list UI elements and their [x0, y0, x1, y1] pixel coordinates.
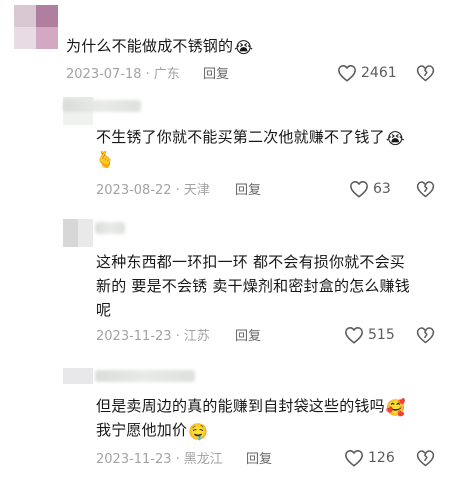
dislike-button[interactable] [416, 326, 435, 348]
dislike-button[interactable] [416, 180, 435, 202]
broken-heart-icon [416, 65, 435, 82]
heart-outline-icon [350, 181, 368, 198]
heart-outline-icon [345, 327, 363, 344]
comment-item: 为什么不能做成不锈钢的😭 2023-07-18 · 广东 回复 2461 [0, 0, 458, 95]
avatar[interactable] [63, 368, 93, 384]
comment-meta: 2023-11-23 · 江苏 [96, 329, 210, 344]
username[interactable] [95, 222, 125, 234]
comment-meta: 2023-11-23 · 黑龙江 [96, 452, 223, 467]
comment-location: 黑龙江 [183, 452, 223, 467]
drooling-emoji-icon: 🤤 [188, 422, 209, 441]
avatar[interactable] [63, 219, 93, 247]
comment-date: 2023-08-22 [96, 183, 172, 198]
comment-text: 为什么不能做成不锈钢的😭 [66, 37, 254, 57]
like-count: 126 [368, 450, 395, 466]
crying-emoji-icon: 😭 [234, 38, 254, 57]
heart-hands-emoji-icon: 🫰 [95, 150, 115, 169]
like-button[interactable]: 63 [349, 180, 391, 198]
reply-item: 这种东西都一环扣一环 都不会有损你就不会买 新的 要是不会锈 卖干燥剂和密封盒的… [0, 210, 458, 350]
like-count: 63 [373, 181, 391, 197]
like-button[interactable]: 126 [344, 449, 395, 467]
reply-button[interactable]: 回复 [235, 328, 261, 346]
dislike-button[interactable] [416, 449, 435, 471]
comment-location: 广东 [153, 67, 180, 82]
reply-item: 不生锈了你就不能买第二次他就赚不了钱了😭 🫰 2023-08-22 · 天津 回复 … [0, 95, 458, 210]
username[interactable] [95, 370, 195, 382]
reply-item: 但是卖周边的真的能赚到自封袋这些的钱吗🥰 我宁愿他加价🤤 2023-11-23 ·… [0, 350, 458, 479]
reply-button[interactable]: 回复 [246, 451, 272, 469]
like-button[interactable]: 2461 [337, 64, 397, 82]
comment-text: 这种东西都一环扣一环 都不会有损你就不会买 新的 要是不会锈 卖干燥剂和密封盒的… [96, 253, 410, 319]
comment-text: 不生锈了你就不能买第二次他就赚不了钱了😭 [96, 128, 405, 148]
comment-date: 2023-11-23 [96, 452, 172, 467]
like-count: 515 [368, 327, 395, 343]
comment-meta: 2023-08-22 · 天津 [96, 183, 210, 198]
comment-date: 2023-11-23 [96, 329, 172, 344]
avatar[interactable] [14, 5, 58, 49]
username[interactable] [63, 100, 141, 112]
blushing-emoji-icon: 🥰 [385, 398, 406, 417]
broken-heart-icon [416, 181, 435, 198]
reply-button[interactable]: 回复 [235, 182, 261, 200]
like-count: 2461 [361, 65, 397, 81]
crying-emoji-icon: 😭 [385, 129, 405, 148]
dislike-button[interactable] [416, 64, 435, 86]
like-button[interactable]: 515 [344, 326, 395, 344]
broken-heart-icon [416, 450, 435, 467]
heart-outline-icon [345, 450, 363, 467]
comment-location: 江苏 [183, 329, 210, 344]
comment-meta: 2023-07-18 · 广东 [66, 67, 180, 82]
broken-heart-icon [416, 327, 435, 344]
comment-text: 但是卖周边的真的能赚到自封袋这些的钱吗🥰 我宁愿他加价🤤 [96, 397, 406, 441]
reply-button[interactable]: 回复 [203, 66, 229, 84]
comment-date: 2023-07-18 [66, 67, 142, 82]
heart-outline-icon [338, 65, 356, 82]
comment-location: 天津 [183, 183, 210, 198]
